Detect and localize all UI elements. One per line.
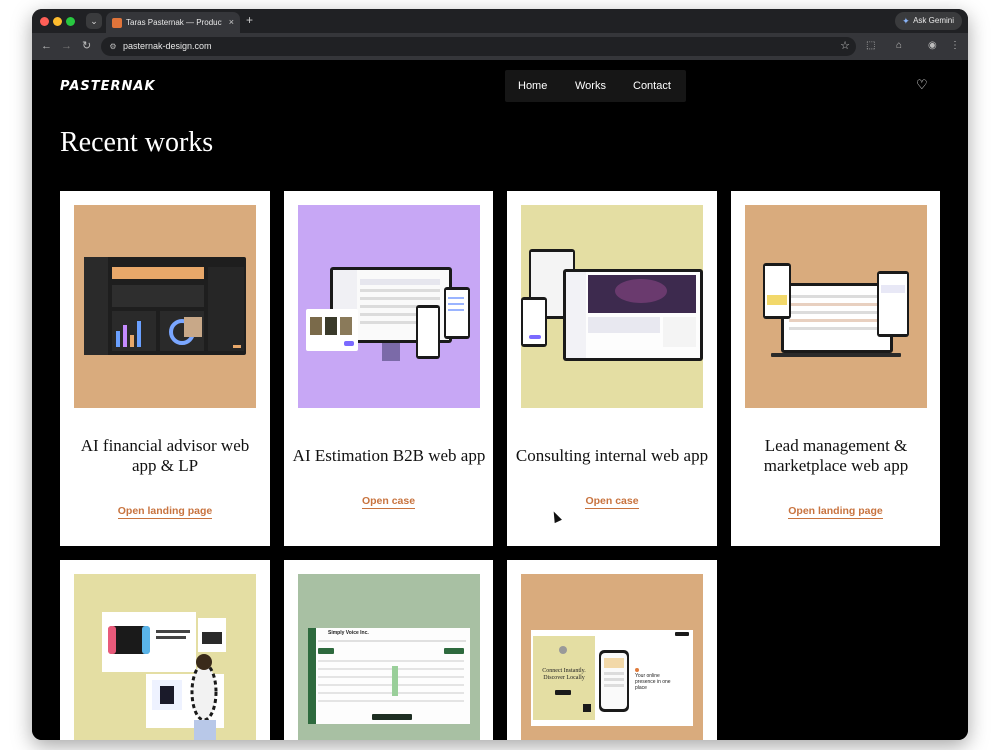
bookmark-star-icon[interactable]: ☆: [840, 39, 850, 54]
gemini-spark-icon: ✦: [902, 16, 910, 26]
app-name-label: Simply Voice Inc.: [328, 630, 369, 636]
extensions-icon[interactable]: ⬚: [866, 39, 875, 53]
card-title: Consulting internal web app: [515, 446, 709, 465]
work-card[interactable]: Simply Voice Inc.: [284, 560, 493, 740]
work-card[interactable]: AI financial advisor web app & LP Open l…: [60, 191, 270, 546]
back-icon[interactable]: ←: [41, 39, 52, 53]
browser-toolbar: ← → ↻ ⚙ pasternak-design.com ☆ ⬚ ⌂ ◉ ⋮: [32, 33, 968, 60]
reload-icon[interactable]: ↻: [82, 39, 91, 53]
page-title: Recent works: [60, 127, 214, 158]
work-card[interactable]: [60, 560, 270, 740]
card-title: AI Estimation B2B web app: [292, 446, 486, 465]
work-card[interactable]: Connect Instantly. Discover Locally Your…: [507, 560, 717, 740]
open-case-link[interactable]: Open case: [284, 494, 493, 509]
card-thumbnail[interactable]: [298, 205, 480, 408]
lead-management-mockup-image: [745, 205, 927, 408]
work-card[interactable]: Consulting internal web app Open case: [507, 191, 717, 546]
card-thumbnail[interactable]: [74, 205, 256, 408]
heart-icon[interactable]: ♡: [916, 77, 928, 93]
browser-window: ⌄ Taras Pasternak — Product De × + ✦ Ask…: [32, 9, 968, 740]
card-thumbnail[interactable]: [521, 205, 703, 408]
incognito-icon[interactable]: ⌂: [896, 39, 902, 53]
card-title: Lead management & marketplace web app: [763, 436, 909, 475]
tab-title: Taras Pasternak — Product De: [126, 18, 222, 27]
card-thumbnail[interactable]: Connect Instantly. Discover Locally Your…: [521, 574, 703, 740]
card-thumbnail[interactable]: Simply Voice Inc.: [298, 574, 480, 740]
card-link-label: Open landing page: [788, 505, 883, 519]
estimation-app-mockup-image: [298, 205, 480, 408]
maximize-window-button[interactable]: [66, 17, 75, 26]
card-title: AI financial advisor web app & LP: [80, 436, 250, 475]
ask-gemini-label: Ask Gemini: [913, 16, 954, 25]
profile-icon[interactable]: ◉: [928, 39, 937, 53]
nav-contact-link[interactable]: Contact: [633, 79, 671, 93]
card-thumbnail[interactable]: [745, 205, 927, 408]
open-landing-page-link[interactable]: Open landing page: [60, 504, 270, 519]
open-landing-page-link[interactable]: Open landing page: [731, 504, 940, 519]
card-link-label: Open landing page: [117, 505, 213, 519]
favicon-icon: [112, 18, 122, 28]
forward-icon[interactable]: →: [61, 39, 72, 53]
thumbnail-caption: Connect Instantly. Discover Locally: [542, 668, 586, 681]
tab-search-icon[interactable]: ⌄: [86, 13, 102, 29]
minimize-window-button[interactable]: [53, 17, 62, 26]
consulting-app-mockup-image: [521, 205, 703, 408]
work-card[interactable]: AI Estimation B2B web app Open case: [284, 191, 493, 546]
local-discovery-mockup-image: [521, 574, 703, 740]
browser-tab[interactable]: Taras Pasternak — Product De ×: [106, 12, 240, 33]
site-info-icon[interactable]: ⚙: [107, 41, 119, 52]
menu-dots-icon[interactable]: ⋮: [950, 39, 960, 53]
address-bar[interactable]: ⚙ pasternak-design.com ☆: [101, 37, 856, 56]
site-logo[interactable]: PASTERNAK: [60, 79, 156, 94]
new-tab-button[interactable]: +: [246, 13, 253, 27]
ask-gemini-button[interactable]: ✦ Ask Gemini: [895, 12, 962, 30]
work-card[interactable]: Lead management & marketplace web app Op…: [731, 191, 940, 546]
dashboard-mockup-image: [74, 205, 256, 408]
ecommerce-mockup-image: [74, 574, 256, 740]
tab-bar: ⌄ Taras Pasternak — Product De × + ✦ Ask…: [32, 9, 968, 33]
close-window-button[interactable]: [40, 17, 49, 26]
tab-close-icon[interactable]: ×: [229, 16, 234, 29]
open-case-link[interactable]: Open case: [507, 494, 717, 509]
simply-voice-mockup-image: [298, 574, 480, 740]
nav-works-link[interactable]: Works: [575, 79, 606, 93]
card-thumbnail[interactable]: [74, 574, 256, 740]
nav-home-link[interactable]: Home: [518, 79, 547, 93]
main-nav: Home Works Contact: [505, 70, 686, 102]
url-text: pasternak-design.com: [123, 41, 212, 51]
web-page: PASTERNAK Home Works Contact ♡ Recent wo…: [32, 60, 968, 740]
thumbnail-promo: Your online presence in one place: [635, 673, 671, 691]
card-link-label: Open case: [585, 495, 639, 509]
card-link-label: Open case: [361, 495, 416, 509]
